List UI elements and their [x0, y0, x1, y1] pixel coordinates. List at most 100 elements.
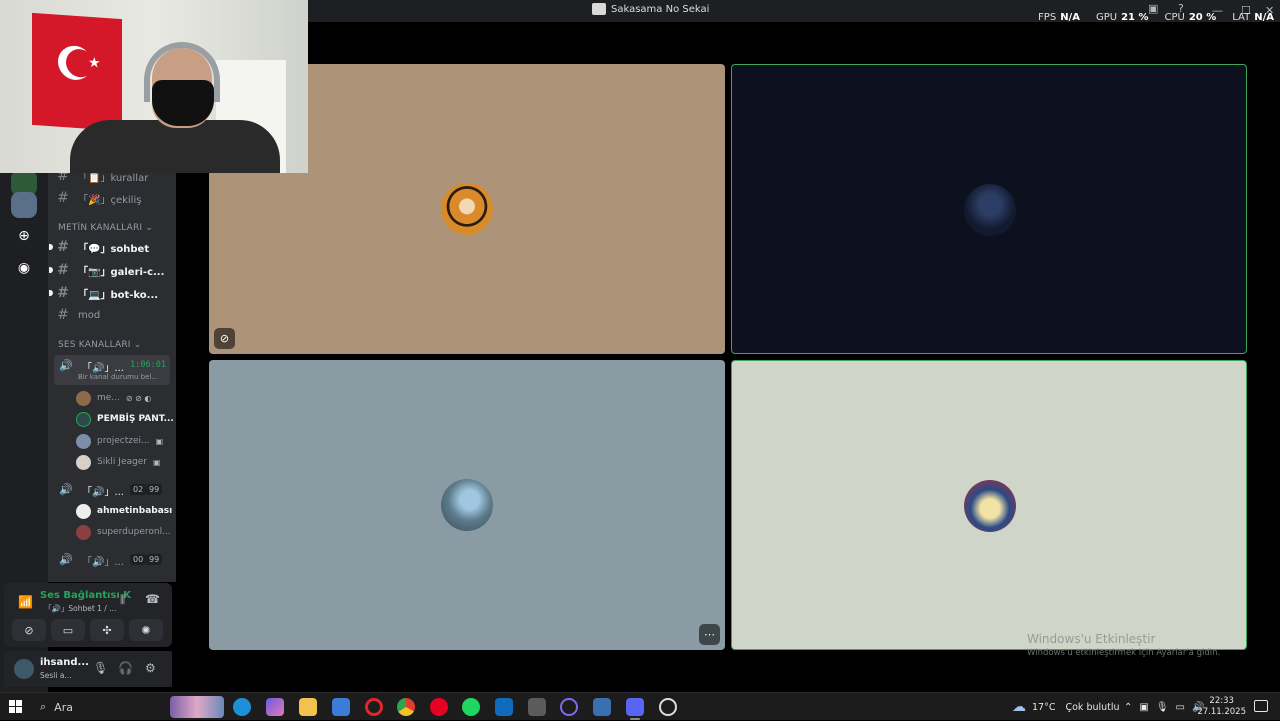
- channel-label: mod: [78, 309, 101, 321]
- file-explorer-icon[interactable]: [299, 698, 317, 716]
- app-icon-2[interactable]: [560, 698, 578, 716]
- copilot-icon[interactable]: [266, 698, 284, 716]
- tray-app-icon[interactable]: ▣: [1139, 702, 1148, 713]
- soundboard-button[interactable]: ✺: [129, 619, 163, 641]
- activities-button[interactable]: ✣: [90, 619, 124, 641]
- start-windows-icon[interactable]: [9, 700, 22, 713]
- star-icon: ★: [88, 54, 101, 72]
- edge-icon[interactable]: [233, 698, 251, 716]
- weather-description: Çok bulutlu: [1065, 701, 1120, 713]
- user-status: Sesli a...: [40, 671, 72, 680]
- steam-icon[interactable]: [659, 698, 677, 716]
- opera-icon[interactable]: [365, 698, 383, 716]
- stat-fps: FPS N/A: [1038, 12, 1080, 23]
- voice-connected-label[interactable]: Ses Bağlantısı K: [40, 590, 131, 601]
- category-voice-channels[interactable]: SES KANALLARI ⌄: [58, 340, 141, 350]
- video-tile-4[interactable]: [731, 360, 1247, 650]
- network-icon[interactable]: ▭: [1176, 702, 1185, 713]
- chevron-up-icon[interactable]: ⌃: [1124, 702, 1132, 713]
- user-count: 02: [130, 484, 147, 495]
- settings-gear-icon[interactable]: ⚙: [145, 661, 156, 675]
- voice-user[interactable]: Sikli Jeager ▣: [76, 452, 161, 472]
- pinterest-icon[interactable]: [430, 698, 448, 716]
- search-placeholder: Ara: [54, 700, 73, 714]
- channel-cekilis[interactable]: # 「🎉」çekiliş: [48, 188, 176, 208]
- window-title-text: Sakasama No Sekai: [611, 3, 710, 15]
- app-icon-3[interactable]: [593, 698, 611, 716]
- notification-icon[interactable]: [1254, 700, 1268, 712]
- channel-label: 「💬」sohbet: [78, 243, 150, 255]
- flag-image: ★: [32, 12, 122, 132]
- screen-share-button[interactable]: ▭: [51, 619, 85, 641]
- window-title: Sakasama No Sekai: [592, 3, 709, 15]
- category-label: SES KANALLARI: [58, 340, 131, 350]
- weather-widget[interactable]: ☁ 17°C Çok bulutlu: [1012, 693, 1120, 721]
- avatar[interactable]: [14, 659, 34, 679]
- discord-window: Sakasama No Sekai — ☐ ✕ ▣ ? FPS N/A GPU 21…: [0, 0, 1280, 692]
- user-avatar: [441, 183, 493, 235]
- channel-bot[interactable]: # 「💻」bot-ko...: [48, 283, 176, 303]
- video-tile-3[interactable]: ⋯: [209, 360, 725, 650]
- microphone-icon[interactable]: 🎙: [93, 661, 108, 675]
- disconnect-icon[interactable]: ☎: [145, 592, 160, 606]
- camera-off-button[interactable]: ⊘: [12, 619, 46, 641]
- spotify-icon[interactable]: [462, 698, 480, 716]
- more-options-icon[interactable]: ⋯: [699, 624, 720, 645]
- explore-icon[interactable]: ◉: [11, 255, 37, 281]
- avatar: [76, 454, 91, 470]
- voice-user[interactable]: superduperonl...: [76, 522, 171, 542]
- video-off-icon: ⊘: [214, 328, 235, 349]
- microphone-tray-icon[interactable]: 🎙: [1156, 702, 1169, 713]
- user-avatar: [964, 184, 1016, 236]
- voice-user[interactable]: me... ⊘ ⊘ ◐: [76, 388, 151, 408]
- category-text-channels[interactable]: METİN KANALLARI ⌄: [58, 223, 153, 233]
- stat-cpu: CPU 20 %: [1164, 12, 1217, 23]
- activity-icon: ▣: [155, 436, 164, 446]
- activate-windows-watermark: Windows'u Etkinleştir Windows'u etkinleş…: [1027, 632, 1220, 658]
- video-tile-2[interactable]: [731, 64, 1247, 354]
- clock[interactable]: 22:33 27.11.2025: [1197, 696, 1246, 718]
- taskbar: ⌕ Ara ☁ 17°C Çok bulutlu ⌃ ▣ 🎙 ▭ 🔊 22:33…: [0, 692, 1280, 720]
- voice-channel-label: 「🔊」...: [82, 363, 124, 374]
- avatar: [76, 503, 91, 519]
- taskbar-search[interactable]: ⌕ Ara: [34, 695, 224, 719]
- user-name: Sikli Jeager: [97, 457, 147, 467]
- channel-galeri[interactable]: # 「📷」galeri-c...: [48, 260, 176, 280]
- outlook-icon[interactable]: [495, 698, 513, 716]
- user-avatar: [441, 479, 493, 531]
- voice-connection-panel: 📶 Ses Bağlantısı K 「🔊」Sohbet 1 / ... ⫼ ☎…: [4, 583, 172, 647]
- channel-label: 「💻」bot-ko...: [78, 289, 159, 301]
- voice-channel-name[interactable]: 「🔊」Sohbet 1 / ...: [44, 603, 116, 614]
- voice-user[interactable]: projectzei... ▣: [76, 431, 163, 451]
- store-icon[interactable]: [332, 698, 350, 716]
- user-avatar: [964, 480, 1016, 532]
- channel-sohbet[interactable]: # 「💬」sohbet: [48, 237, 176, 257]
- app-icon-1[interactable]: [528, 698, 546, 716]
- performance-overlay: FPS N/A GPU 21 % CPU 20 % LAT N/A: [1038, 12, 1274, 23]
- voice-user[interactable]: ahmetinbabası: [76, 501, 172, 521]
- noise-suppression-icon[interactable]: ⫼: [120, 593, 125, 607]
- add-server-icon[interactable]: ⊕: [11, 223, 37, 249]
- activate-title: Windows'u Etkinleştir: [1027, 632, 1156, 646]
- webcam-overlay: ★: [0, 0, 308, 173]
- cloud-icon: ☁: [1012, 699, 1026, 715]
- chrome-icon[interactable]: [397, 698, 415, 716]
- activity-icon: ▣: [152, 457, 161, 467]
- user-name[interactable]: ihsand...: [40, 657, 89, 668]
- user-name: me...: [97, 393, 120, 403]
- discord-icon[interactable]: [626, 698, 644, 720]
- channel-mod[interactable]: # mod: [48, 305, 176, 325]
- user-name: projectzei...: [97, 436, 150, 446]
- headphones-icon[interactable]: 🎧: [118, 661, 133, 675]
- voice-user[interactable]: PEMBİŞ PANT...: [76, 409, 174, 429]
- server-icon-2[interactable]: [11, 192, 37, 218]
- system-tray: ⌃ ▣ 🎙 ▭ 🔊: [1124, 693, 1204, 721]
- voice-channel-1[interactable]: 🔊 「🔊」... 1:06:01 Bir kanal durumu bel...: [54, 355, 170, 385]
- user-panel: ihsand... Sesli a... 🎙 🎧 ⚙: [4, 651, 172, 687]
- search-highlight-image: [170, 696, 224, 718]
- deafened-icon: ⊘ ⊘ ◐: [125, 393, 152, 403]
- signal-icon[interactable]: 📶: [18, 595, 33, 609]
- channel-status[interactable]: Bir kanal durumu bel...: [78, 373, 158, 381]
- avatar: [76, 524, 91, 540]
- hash-icon: #: [57, 307, 69, 323]
